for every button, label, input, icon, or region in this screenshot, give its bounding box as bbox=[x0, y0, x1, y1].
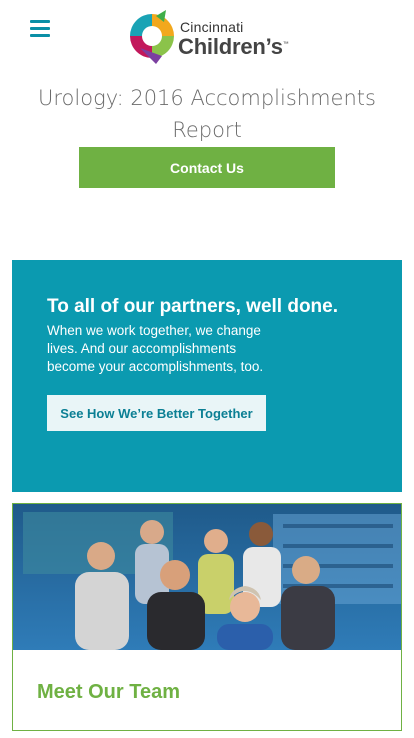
better-together-button[interactable]: See How We’re Better Together bbox=[47, 395, 266, 431]
logo-mark-icon bbox=[130, 10, 174, 64]
promo-body-text: When we work together, we change lives. … bbox=[47, 323, 264, 374]
team-photo bbox=[13, 504, 401, 650]
meet-our-team-title[interactable]: Meet Our Team bbox=[37, 681, 180, 704]
logo-text-cincinnati: Cincinnati bbox=[180, 19, 244, 35]
contact-us-button[interactable]: Contact Us bbox=[79, 147, 335, 188]
page-title: Urology: 2016 Accomplishments Report bbox=[38, 86, 376, 142]
meet-our-team-card[interactable]: Meet Our Team bbox=[12, 503, 402, 731]
partners-promo-banner: To all of our partners, well done. When … bbox=[12, 260, 402, 492]
hamburger-menu-icon[interactable] bbox=[30, 20, 50, 37]
cincinnati-childrens-logo[interactable]: Cincinnati Children’s™ bbox=[126, 10, 296, 68]
promo-heading: To all of our partners, well done. bbox=[47, 296, 339, 317]
team-photo-illustration bbox=[13, 504, 401, 650]
site-header: Cincinnati Children’s™ bbox=[0, 0, 414, 80]
logo-text-childrens: Children’s™ bbox=[178, 34, 289, 59]
